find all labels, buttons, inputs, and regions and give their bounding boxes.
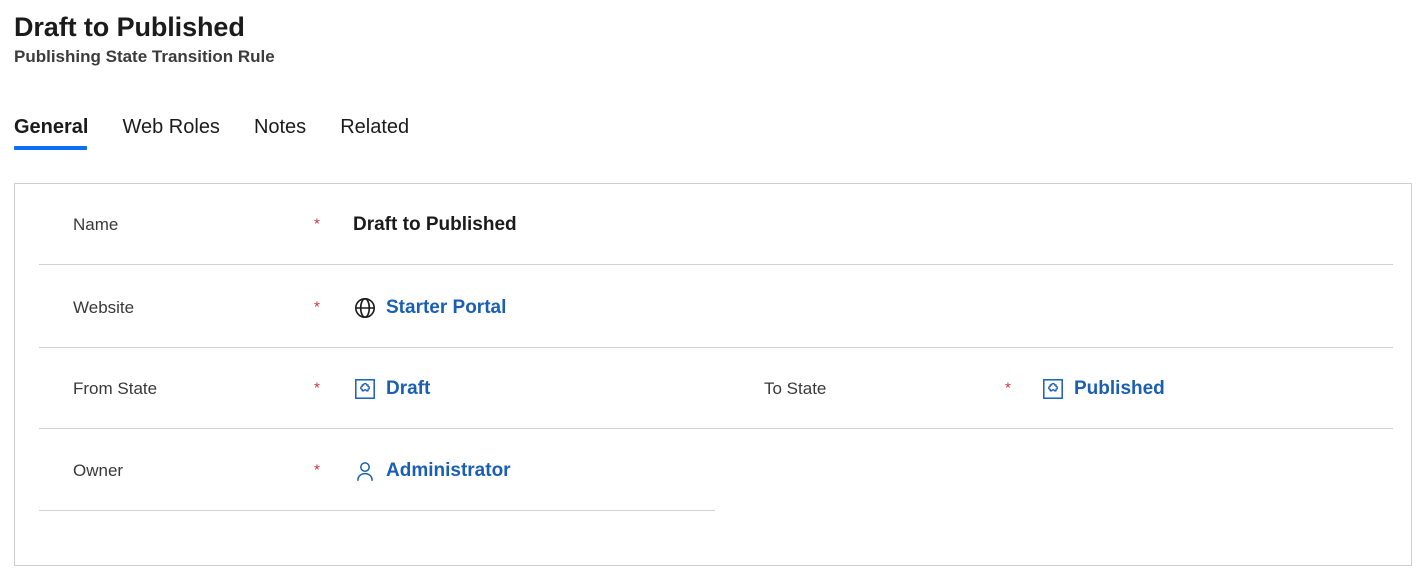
field-owner-required-marker: * [314, 460, 320, 478]
form-row-name: Name * Draft to Published [15, 184, 1411, 265]
row-divider [39, 428, 1393, 429]
tab-web-roles[interactable]: Web Roles [122, 114, 219, 150]
entity-icon [1041, 377, 1065, 401]
field-to-state-label: To State [764, 378, 827, 398]
page-subtitle: Publishing State Transition Rule [14, 47, 275, 66]
field-to-state-required-marker: * [1005, 378, 1011, 396]
field-owner-label: Owner [73, 460, 124, 480]
field-from-state-required-marker: * [314, 378, 320, 396]
tab-active-indicator [14, 146, 88, 150]
field-name-value-wrap: Draft to Published [353, 214, 517, 236]
person-icon [353, 459, 377, 483]
field-from-state-label: From State [73, 378, 158, 398]
form-row-owner: Owner * Administrator [15, 430, 1411, 511]
globe-icon [353, 296, 377, 320]
field-owner-value[interactable]: Administrator [386, 460, 511, 482]
tab-notes[interactable]: Notes [254, 114, 306, 150]
tab-general[interactable]: General [14, 114, 88, 150]
field-to-state-value-wrap: Published [1041, 377, 1165, 401]
field-from-state-value-wrap: Draft [353, 377, 430, 401]
entity-icon [353, 377, 377, 401]
tab-web-roles-label: Web Roles [122, 116, 220, 138]
record-form-page: Draft to Published Publishing State Tran… [0, 0, 1426, 587]
field-website-value-wrap: Starter Portal [353, 296, 506, 320]
row-divider [39, 510, 715, 511]
tab-general-label: General [14, 116, 89, 138]
form-row-states: From State * Draft To State * Published [15, 348, 1411, 429]
field-from-state: From State * Draft [15, 348, 731, 429]
tab-strip: General Web Roles Notes Related [14, 114, 409, 150]
form-row-website: Website * Starter Portal [15, 267, 1411, 348]
field-website-label: Website [73, 297, 135, 317]
field-website: Website * Starter Portal [15, 267, 731, 348]
page-header: Draft to Published Publishing State Tran… [14, 10, 275, 68]
row-divider [39, 264, 1393, 265]
field-owner-value-wrap: Administrator [353, 459, 511, 483]
tab-related-label: Related [340, 116, 410, 138]
field-website-required-marker: * [314, 297, 320, 315]
field-to-state: To State * Published [731, 348, 1411, 429]
field-to-state-value[interactable]: Published [1074, 378, 1165, 400]
field-name: Name * Draft to Published [15, 184, 731, 265]
field-name-value[interactable]: Draft to Published [353, 214, 517, 236]
field-from-state-value[interactable]: Draft [386, 378, 430, 400]
field-name-required-marker: * [314, 214, 320, 232]
tab-related[interactable]: Related [340, 114, 409, 150]
tab-notes-label: Notes [253, 116, 307, 138]
field-name-label: Name [73, 214, 119, 234]
page-title: Draft to Published [14, 12, 245, 42]
general-tab-form-card: Name * Draft to Published Website * Star… [14, 183, 1412, 566]
field-website-value[interactable]: Starter Portal [386, 297, 506, 319]
field-owner: Owner * Administrator [15, 430, 731, 511]
